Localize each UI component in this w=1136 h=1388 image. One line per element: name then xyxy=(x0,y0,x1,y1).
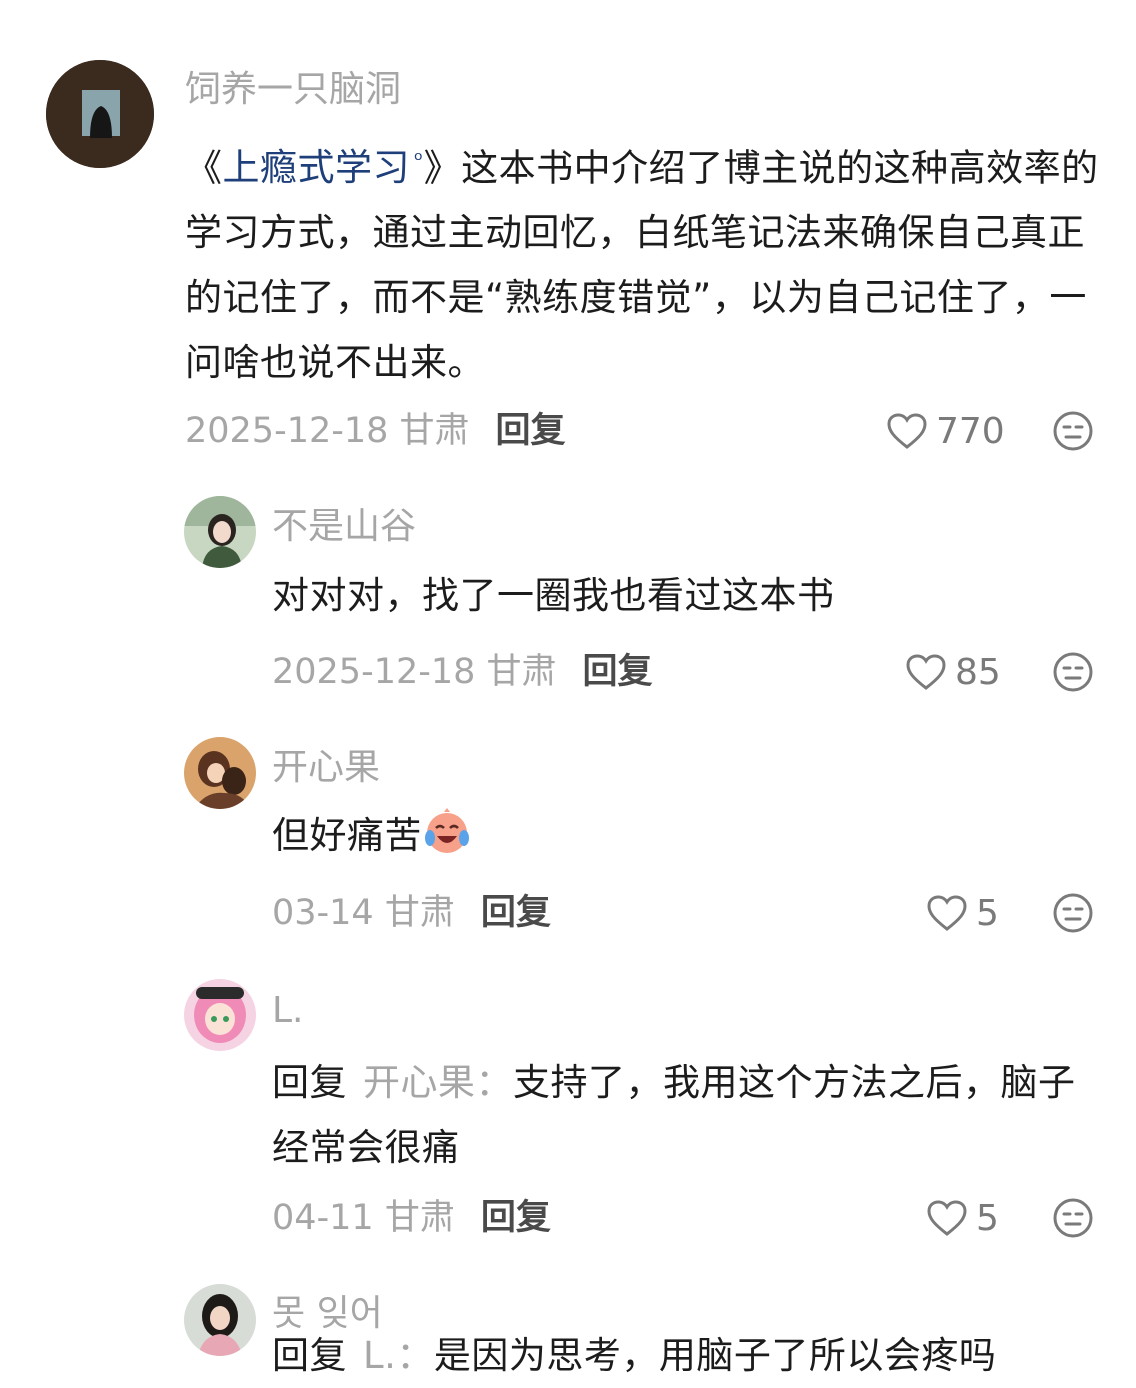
avatar[interactable] xyxy=(184,979,256,1051)
comment-meta: 03-14 甘肃 回复 xyxy=(272,891,551,935)
search-icon: ᵒ xyxy=(414,148,424,173)
heart-outline-icon xyxy=(905,653,947,691)
like-button[interactable]: 5 xyxy=(926,891,999,935)
reply-button[interactable]: 回复 xyxy=(481,1198,551,1238)
username[interactable]: 开心果 xyxy=(272,746,380,790)
username[interactable]: 饲养一只脑洞 xyxy=(185,68,401,112)
comment-text: 回复 开心果：支持了，我用这个方法之后，脑子经常会很痛 xyxy=(272,1061,1076,1169)
reply-target[interactable]: 开心果： xyxy=(363,1061,513,1104)
neutral-face-icon[interactable] xyxy=(1052,651,1094,693)
neutral-face-icon[interactable] xyxy=(1052,410,1094,452)
reply-prefix: 回复 xyxy=(272,1061,347,1104)
like-count: 5 xyxy=(976,892,999,934)
reply-prefix: 回复 xyxy=(272,1334,347,1377)
heart-outline-icon xyxy=(926,894,968,932)
avatar[interactable] xyxy=(184,496,256,568)
neutral-face-icon[interactable] xyxy=(1052,892,1094,934)
comment-date: 03-14 甘肃 xyxy=(272,893,455,933)
like-count: 770 xyxy=(936,410,1005,452)
comment-text: 对对对，找了一圈我也看过这本书 xyxy=(272,574,835,617)
reply-button[interactable]: 回复 xyxy=(496,411,566,451)
book-link[interactable]: 上瘾式学习 ᵒ xyxy=(223,146,424,189)
heart-outline-icon xyxy=(926,1199,968,1237)
crying-laughing-face-icon xyxy=(422,806,472,856)
comment-meta: 04-11 甘肃 回复 xyxy=(272,1196,551,1240)
username[interactable]: 不是山谷 xyxy=(272,505,416,549)
comment-date: 2025-12-18 甘肃 xyxy=(272,652,557,692)
comment-text: 回复 L.：是因为思考，用脑子了所以会疼吗 xyxy=(272,1334,997,1377)
heart-outline-icon xyxy=(886,412,928,450)
comment-date: 04-11 甘肃 xyxy=(272,1198,455,1238)
reply-target[interactable]: L.： xyxy=(363,1334,434,1377)
like-count: 5 xyxy=(976,1197,999,1239)
username[interactable]: L. xyxy=(272,989,304,1033)
like-count: 85 xyxy=(955,651,1001,693)
like-button[interactable]: 85 xyxy=(905,650,1001,694)
avatar[interactable] xyxy=(184,1284,256,1356)
reply-button[interactable]: 回复 xyxy=(583,652,653,692)
avatar[interactable] xyxy=(46,60,154,168)
comment-text: 但好痛苦 xyxy=(272,803,1110,868)
comment-text: 《上瘾式学习 ᵒ》这本书中介绍了博主说的这种高效率的学习方式，通过主动回忆，白纸笔… xyxy=(185,128,1110,395)
comment-meta: 2025-12-18 甘肃 回复 xyxy=(185,409,566,453)
like-button[interactable]: 5 xyxy=(926,1196,999,1240)
reply-button[interactable]: 回复 xyxy=(481,893,551,933)
avatar[interactable] xyxy=(184,737,256,809)
comment-date: 2025-12-18 甘肃 xyxy=(185,411,470,451)
comment-meta: 2025-12-18 甘肃 回复 xyxy=(272,650,653,694)
neutral-face-icon[interactable] xyxy=(1052,1197,1094,1239)
like-button[interactable]: 770 xyxy=(886,409,1005,453)
